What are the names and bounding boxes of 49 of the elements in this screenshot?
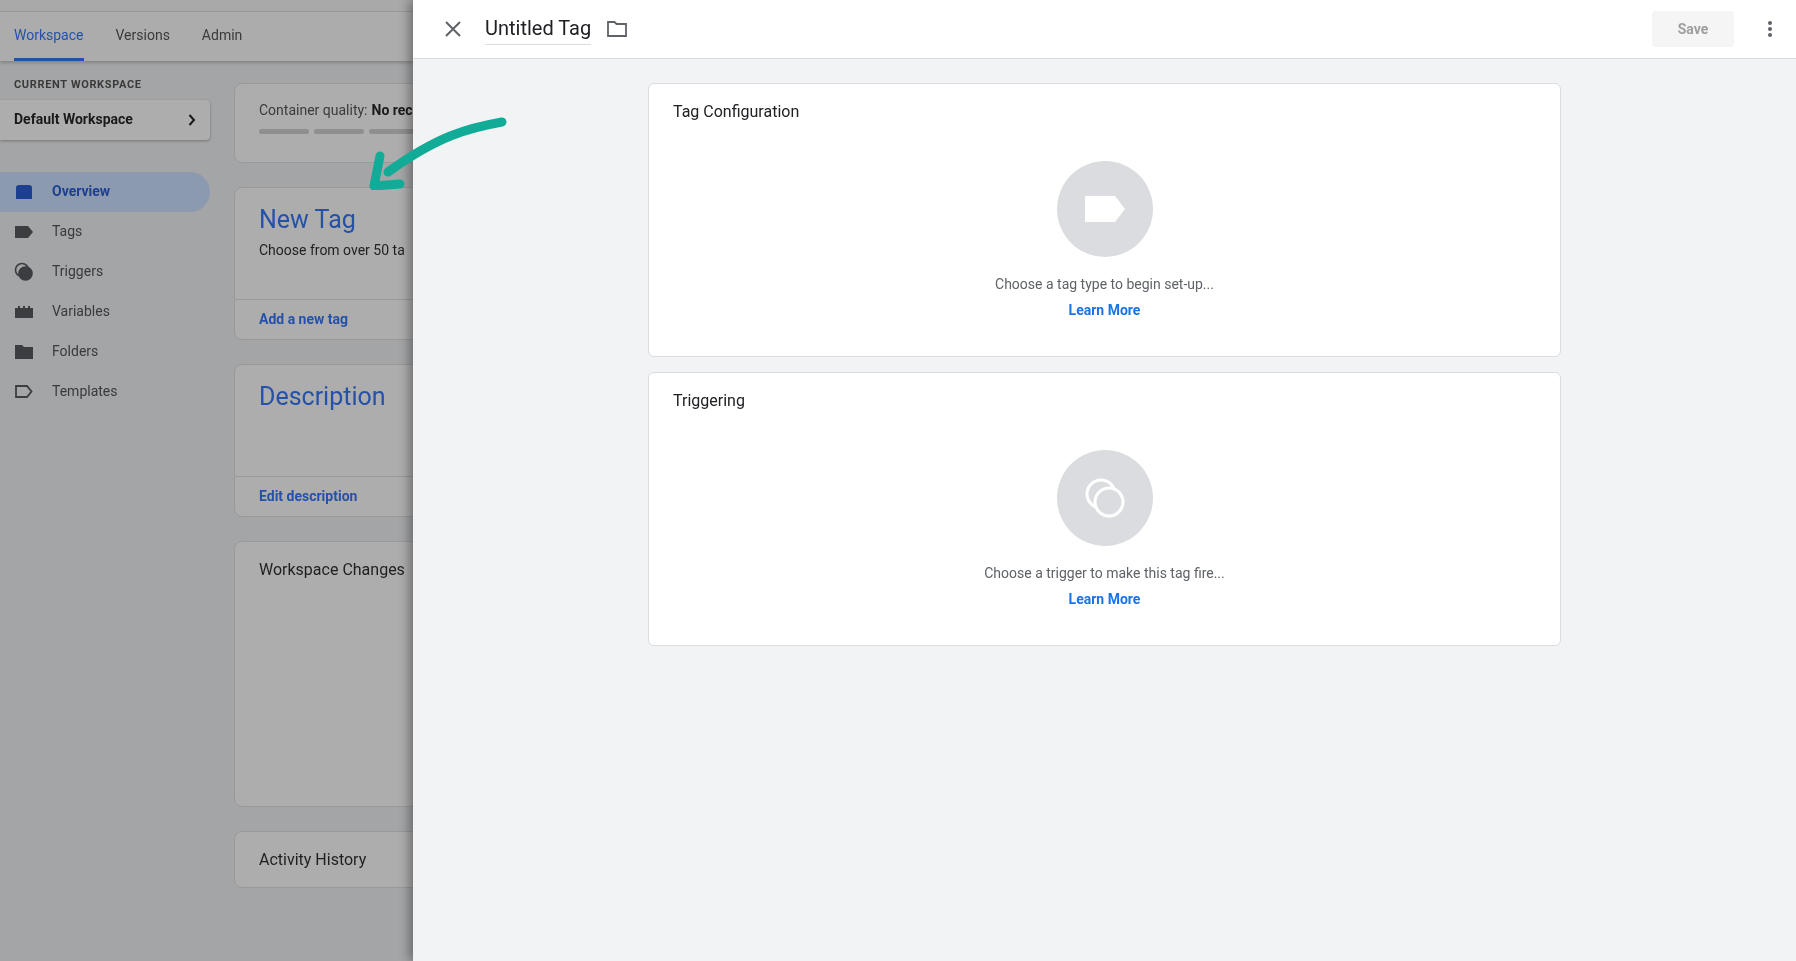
top-tab[interactable]: Admin xyxy=(201,12,243,61)
tag-icon xyxy=(1084,196,1125,222)
more-vertical-icon xyxy=(1767,20,1773,38)
card-link[interactable]: Edit description xyxy=(259,486,358,507)
blocks-icon xyxy=(14,305,34,318)
card-title: New Tag xyxy=(259,204,357,236)
section-card[interactable]: Tag Configuration Choose a tag type to begin set-up... Learn More xyxy=(648,83,1561,357)
nav-label: Triggers xyxy=(52,262,104,281)
chevron-right-icon xyxy=(188,113,196,126)
card-title: Activity History xyxy=(259,848,367,871)
section-hint: Choose a trigger to make this tag fire... xyxy=(984,564,1225,583)
quality-value: No rec xyxy=(371,101,413,120)
nav-label: Folders xyxy=(52,342,99,361)
card-icon xyxy=(14,183,34,200)
card-title: Description xyxy=(259,381,387,413)
section-title: Triggering xyxy=(673,390,745,412)
nav-item[interactable]: Tags xyxy=(0,211,210,252)
overlapping-circles-icon xyxy=(14,261,34,282)
card-link[interactable]: Add a new tag xyxy=(259,309,349,330)
card-title: Workspace Changes xyxy=(259,559,406,581)
nav-label: Tags xyxy=(52,222,83,241)
folder-outline-icon xyxy=(607,21,628,37)
section-title: Tag Configuration xyxy=(673,101,800,123)
section-card[interactable]: Triggering Choose a trigger to make this tag fire... Learn More xyxy=(648,372,1561,646)
top-tab[interactable]: Versions xyxy=(115,12,170,61)
close-icon xyxy=(445,21,461,37)
quality-segment xyxy=(314,129,364,134)
quality-label: Container quality: xyxy=(259,101,368,120)
workspace-selector[interactable]: Default Workspace xyxy=(0,99,210,140)
nav-item[interactable]: Folders xyxy=(0,331,210,372)
folder-icon xyxy=(15,344,33,359)
nav-label: Variables xyxy=(52,302,110,321)
nav-item[interactable]: Overview xyxy=(0,171,210,212)
nav-label: Templates xyxy=(52,382,118,401)
card-text: Choose from over 50 ta xyxy=(259,241,406,260)
nav-item[interactable]: Triggers xyxy=(0,251,210,292)
tag-icon xyxy=(14,225,34,238)
learn-more-link[interactable]: Learn More xyxy=(1068,300,1141,321)
overlapping-circles-icon xyxy=(1083,477,1126,519)
section-hint: Choose a tag type to begin set-up... xyxy=(995,275,1214,294)
nav-item[interactable]: Templates xyxy=(0,371,210,412)
title-field[interactable]: Untitled Tag xyxy=(485,13,592,45)
nav-label: Overview xyxy=(52,182,111,201)
quality-segment xyxy=(259,129,309,134)
nav-item[interactable]: Variables xyxy=(0,291,210,332)
section-label: CURRENT WORKSPACE xyxy=(13,77,143,93)
tag-outline-icon xyxy=(15,385,33,398)
learn-more-link[interactable]: Learn More xyxy=(1068,589,1141,610)
top-tab[interactable]: Workspace xyxy=(14,12,84,61)
